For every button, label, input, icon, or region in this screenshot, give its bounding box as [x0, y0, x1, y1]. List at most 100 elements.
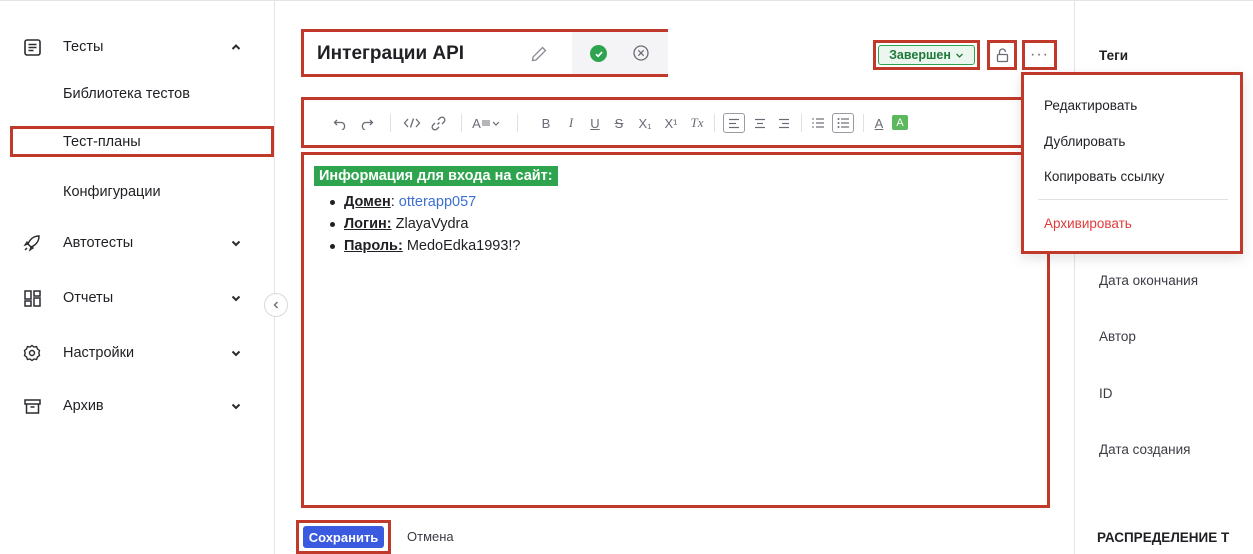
confirm-check-icon[interactable]	[590, 45, 607, 62]
sidebar-item-test-library[interactable]: Библиотека тестов	[0, 79, 275, 109]
cancel-button[interactable]: Отмена	[407, 529, 454, 544]
list-item-value: ZlayaVydra	[395, 216, 469, 232]
gear-icon	[22, 343, 42, 363]
cancel-circle-icon[interactable]	[632, 44, 650, 62]
list-item: Логин: ZlayaVydra	[330, 213, 521, 235]
highlight-color-button[interactable]: A	[892, 115, 908, 130]
toolbar-divider	[390, 114, 391, 132]
author-label: Автор	[1099, 329, 1136, 344]
end-date-label: Дата окончания	[1099, 273, 1199, 288]
chevron-down-icon[interactable]	[228, 398, 244, 414]
created-date-label: Дата создания	[1099, 442, 1191, 457]
sidebar-item-archive-label: Архив	[63, 398, 104, 414]
rocket-icon	[22, 233, 42, 253]
chevron-down-icon[interactable]	[228, 290, 244, 306]
pencil-icon[interactable]	[530, 45, 548, 63]
toolbar-divider	[461, 114, 462, 132]
sidebar-item-archive[interactable]: Архив	[0, 386, 275, 426]
sidebar-item-tests[interactable]: Тесты	[0, 27, 275, 67]
text-color-button[interactable]: A	[871, 113, 887, 133]
numbered-list-icon[interactable]	[809, 113, 827, 133]
toolbar-divider	[714, 114, 715, 132]
editor-heading: Информация для входа на сайт:	[314, 166, 558, 186]
toolbar-divider	[801, 114, 802, 132]
list-item: Пароль: MedoEdka1993!?	[330, 235, 521, 257]
bullet-list-icon[interactable]	[832, 113, 854, 133]
sidebar-item-settings-label: Настройки	[63, 345, 135, 361]
menu-item-archive[interactable]: Архивировать	[1044, 216, 1132, 231]
undo-icon[interactable]	[331, 113, 349, 133]
italic-button[interactable]: I	[564, 113, 578, 133]
link-icon[interactable]	[429, 113, 447, 133]
align-right-icon[interactable]	[775, 113, 793, 133]
subscript-button[interactable]: X₁	[636, 113, 654, 133]
title-actions	[572, 32, 668, 74]
chevron-down-icon[interactable]	[228, 235, 244, 251]
more-options-menu: Редактировать Дублировать Копировать ссы…	[1021, 72, 1243, 254]
test-plan-title-input[interactable]: Интеграции API	[317, 43, 464, 65]
bold-button[interactable]: B	[539, 113, 553, 133]
redo-icon[interactable]	[357, 113, 375, 133]
editor-list: Домен: otterapp057 Логин: ZlayaVydra Пар…	[330, 191, 521, 257]
archive-box-icon	[22, 396, 42, 416]
chevron-up-icon[interactable]	[228, 39, 244, 55]
distribution-heading: РАСПРЕДЕЛЕНИЕ Т	[1097, 530, 1230, 545]
code-icon[interactable]	[401, 113, 423, 133]
list-item: Домен: otterapp057	[330, 191, 521, 213]
chevron-left-icon	[273, 301, 278, 309]
save-button-highlight: Сохранить	[296, 520, 391, 554]
sidebar: Тесты Библиотека тестов Тест-планы Конфи…	[0, 1, 275, 554]
status-dropdown-highlight: Завершен	[873, 40, 980, 70]
align-center-icon[interactable]	[751, 113, 769, 133]
domain-link[interactable]: otterapp057	[399, 194, 476, 210]
title-edit-box: Интеграции API	[301, 29, 668, 77]
font-size-lines-icon	[481, 120, 490, 126]
list-item-key: Логин:	[344, 216, 392, 232]
status-label: Завершен	[889, 48, 951, 62]
sidebar-item-test-plans[interactable]: Тест-планы	[10, 126, 274, 157]
dashboard-icon	[22, 288, 42, 308]
toolbar-divider	[517, 114, 518, 132]
unlock-icon	[996, 47, 1008, 62]
more-dots-icon: ···	[1030, 46, 1049, 63]
align-left-icon[interactable]	[723, 113, 745, 133]
sidebar-item-autotests[interactable]: Автотесты	[0, 223, 275, 263]
editor-toolbar: A B I U S X₁ X¹ Tx A A	[301, 97, 1048, 148]
menu-divider	[1038, 199, 1228, 200]
document-list-icon	[22, 37, 42, 57]
sidebar-item-configurations[interactable]: Конфигурации	[0, 177, 275, 207]
list-item-key: Домен	[344, 194, 391, 210]
save-button[interactable]: Сохранить	[303, 526, 384, 548]
font-size-dropdown[interactable]: A	[470, 113, 502, 133]
menu-item-edit[interactable]: Редактировать	[1044, 98, 1137, 113]
more-options-button[interactable]: ···	[1022, 40, 1057, 70]
toolbar-divider	[863, 114, 864, 132]
chevron-down-icon	[955, 53, 963, 58]
sidebar-item-tests-label: Тесты	[63, 39, 104, 55]
tags-label: Теги	[1099, 48, 1129, 63]
id-label: ID	[1099, 386, 1113, 401]
sidebar-collapse-button[interactable]	[264, 293, 288, 317]
strikethrough-button[interactable]: S	[612, 113, 626, 133]
sidebar-item-autotests-label: Автотесты	[63, 235, 134, 251]
sidebar-item-test-library-label: Библиотека тестов	[63, 86, 190, 102]
list-item-sep: :	[390, 194, 399, 210]
sidebar-item-reports[interactable]: Отчеты	[0, 278, 275, 318]
sidebar-item-reports-label: Отчеты	[63, 290, 114, 306]
chevron-down-icon	[492, 121, 500, 126]
font-size-label: A	[472, 115, 481, 131]
menu-item-duplicate[interactable]: Дублировать	[1044, 134, 1125, 149]
sidebar-item-configurations-label: Конфигурации	[63, 184, 161, 200]
sidebar-item-settings[interactable]: Настройки	[0, 333, 275, 373]
list-item-key: Пароль:	[344, 238, 403, 254]
clear-format-button[interactable]: Tx	[688, 113, 706, 133]
menu-item-copy-link[interactable]: Копировать ссылку	[1044, 169, 1164, 184]
sidebar-item-test-plans-label: Тест-планы	[63, 133, 141, 150]
status-dropdown[interactable]: Завершен	[878, 45, 975, 65]
lock-button[interactable]	[987, 40, 1017, 70]
superscript-button[interactable]: X¹	[662, 113, 680, 133]
description-editor[interactable]: Информация для входа на сайт: Домен: ott…	[301, 152, 1050, 508]
underline-button[interactable]: U	[588, 113, 602, 133]
chevron-down-icon[interactable]	[228, 345, 244, 361]
list-item-value: MedoEdka1993!?	[406, 238, 521, 254]
